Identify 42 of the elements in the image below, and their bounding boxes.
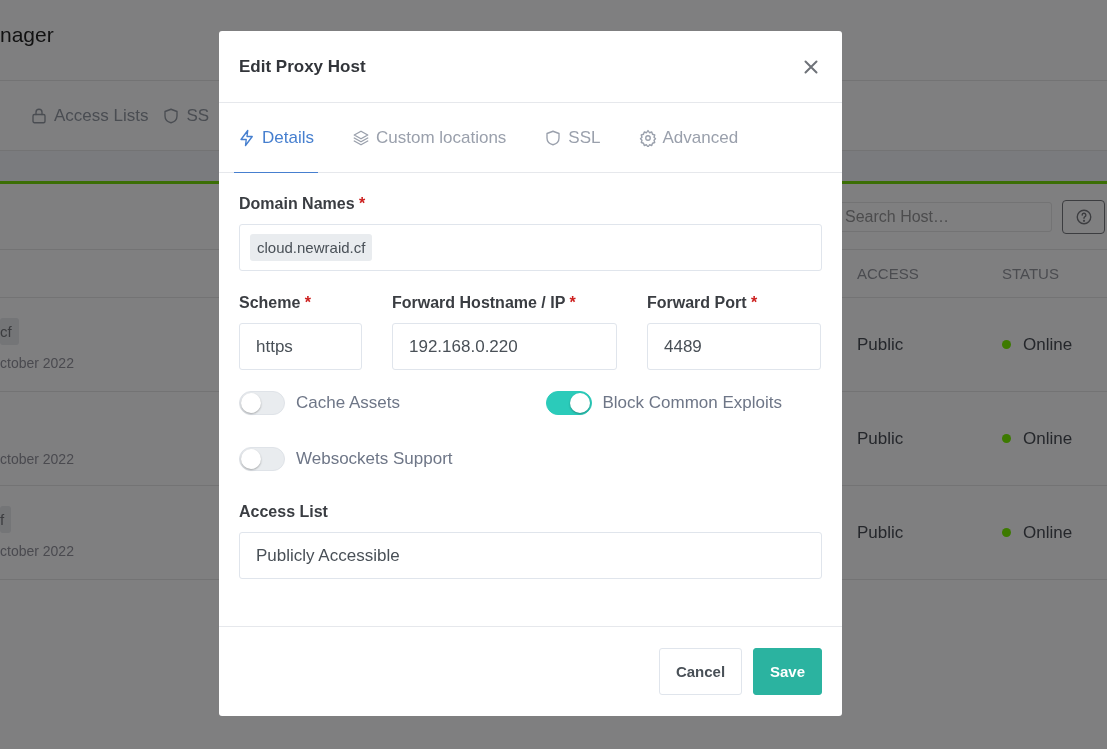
status-dot <box>1002 528 1011 537</box>
status-text: Online <box>1023 334 1073 355</box>
save-button[interactable]: Save <box>753 648 822 695</box>
table-cell-text: Public <box>857 334 905 355</box>
tab[interactable]: Custom locations <box>347 103 511 173</box>
domain-names-field[interactable]: cloud.newraid.cf <box>239 224 822 271</box>
table-cell-text: Public <box>857 428 905 449</box>
access-list-select[interactable]: Publicly Accessible <box>239 532 822 579</box>
input-field[interactable]: 192.168.0.220 <box>392 323 617 370</box>
field-label: Forward Hostname / IP * <box>392 294 577 312</box>
field-label: Scheme * <box>239 294 313 312</box>
tab[interactable]: Details <box>234 103 318 173</box>
input-field[interactable]: https <box>239 323 362 370</box>
field-label: Domain Names * <box>239 195 367 213</box>
field-label: Access List <box>239 503 329 521</box>
status-dot <box>1002 434 1011 443</box>
status-dot <box>1002 340 1011 349</box>
toggle-label: Block Common Exploits <box>602 393 782 413</box>
table-cell-text: Public <box>857 522 905 543</box>
help-button[interactable] <box>1062 199 1105 234</box>
input-field[interactable]: 4489 <box>647 323 821 370</box>
shield-icon <box>544 128 563 147</box>
domain-tag: f <box>0 506 12 533</box>
tab[interactable]: Advanced <box>634 103 743 173</box>
toggle-label: Websockets Support <box>296 449 453 469</box>
status-text: Online <box>1023 522 1073 543</box>
toggle-switch[interactable] <box>545 391 592 415</box>
field-label: Forward Port * <box>647 294 759 312</box>
bolt-icon <box>238 128 256 147</box>
lock-icon <box>30 106 48 125</box>
help-icon <box>1074 207 1093 226</box>
app-title: nager <box>0 23 54 47</box>
status-text: Online <box>1023 428 1073 449</box>
domain-tag: cloud.newraid.cf <box>250 234 373 261</box>
domain-tag: cf <box>0 318 19 345</box>
toggle-label: Cache Assets <box>296 393 400 413</box>
layers-icon <box>351 128 370 147</box>
tab[interactable]: SSL <box>540 103 605 173</box>
cancel-button[interactable]: Cancel <box>659 648 742 695</box>
dialog-title: Edit Proxy Host <box>239 56 366 77</box>
gear-icon <box>638 128 657 147</box>
shield-icon <box>162 106 181 125</box>
